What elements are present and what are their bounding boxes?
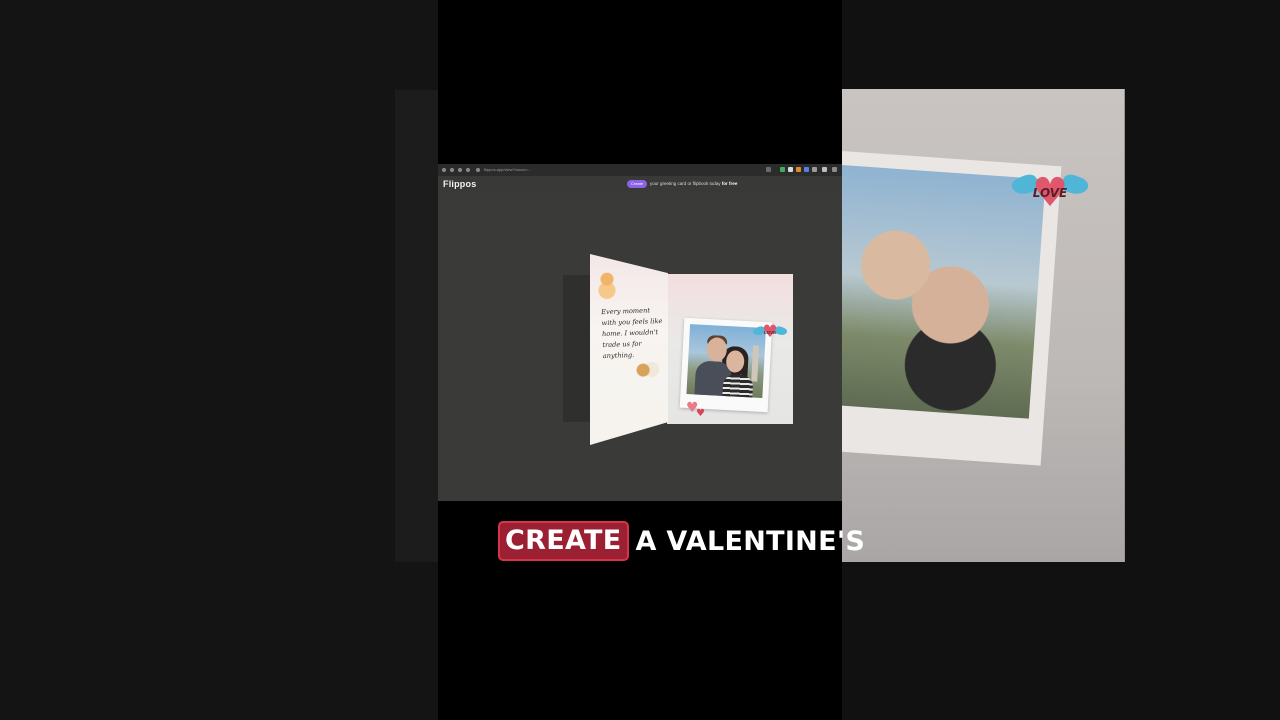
forward-icon[interactable] <box>450 168 454 172</box>
bookmark-star-icon[interactable] <box>766 167 771 172</box>
extension-icon[interactable] <box>812 167 817 172</box>
extension-icon[interactable] <box>788 167 793 172</box>
love-sticker-large-label: LOVE <box>1032 186 1068 200</box>
blurred-card-preview: ♥ LOVE <box>842 89 1125 562</box>
extension-icon[interactable] <box>804 167 809 172</box>
caption-highlight: CREATE <box>498 521 629 561</box>
cats-sticker <box>634 358 660 380</box>
caption-text: A VALENTINE'S <box>635 525 866 557</box>
card-back-cover <box>563 275 593 422</box>
photo-tower <box>751 345 760 382</box>
home-icon[interactable] <box>466 168 470 172</box>
love-sticker-large: ♥ LOVE <box>1009 172 1091 218</box>
heart-icon: ♥ <box>696 408 705 419</box>
app-header: Flippos Create your greeting card or fli… <box>438 176 842 192</box>
blurred-panel-left <box>395 90 438 562</box>
photo-woman-body <box>721 373 754 398</box>
promo-text-bold: for free <box>721 181 738 186</box>
love-sticker-label: LOVE <box>763 330 777 335</box>
profile-icon[interactable] <box>822 167 827 172</box>
video-caption: CREATE A VALENTINE'S <box>498 521 865 561</box>
menu-icon[interactable] <box>832 167 837 172</box>
browser-window: flippos.app/view?nouce=... Flippos Creat… <box>438 164 842 501</box>
site-info-icon[interactable] <box>476 168 480 172</box>
love-sticker: ♥ LOVE <box>751 323 789 343</box>
card-inside-left[interactable]: Every moment with you feels like home. I… <box>590 254 668 445</box>
create-button[interactable]: Create <box>627 180 647 188</box>
promo-text-main: your greeting card or flipbook today <box>650 181 721 186</box>
extension-icon[interactable] <box>780 167 785 172</box>
back-icon[interactable] <box>442 168 446 172</box>
promo-text: your greeting card or flipbook today for… <box>650 180 737 188</box>
card-stage: Every moment with you feels like home. I… <box>438 192 842 501</box>
brand-logo[interactable]: Flippos <box>443 179 476 189</box>
card-message: Every moment with you feels like home. I… <box>601 306 663 361</box>
address-bar[interactable]: flippos.app/view?nouce=... <box>484 167 614 173</box>
hearts-sticker: ♥ ♥ <box>686 400 710 420</box>
blurred-background-left <box>0 0 438 720</box>
reload-icon[interactable] <box>458 168 462 172</box>
cat-illustration <box>597 268 617 300</box>
extension-icon[interactable] <box>796 167 801 172</box>
